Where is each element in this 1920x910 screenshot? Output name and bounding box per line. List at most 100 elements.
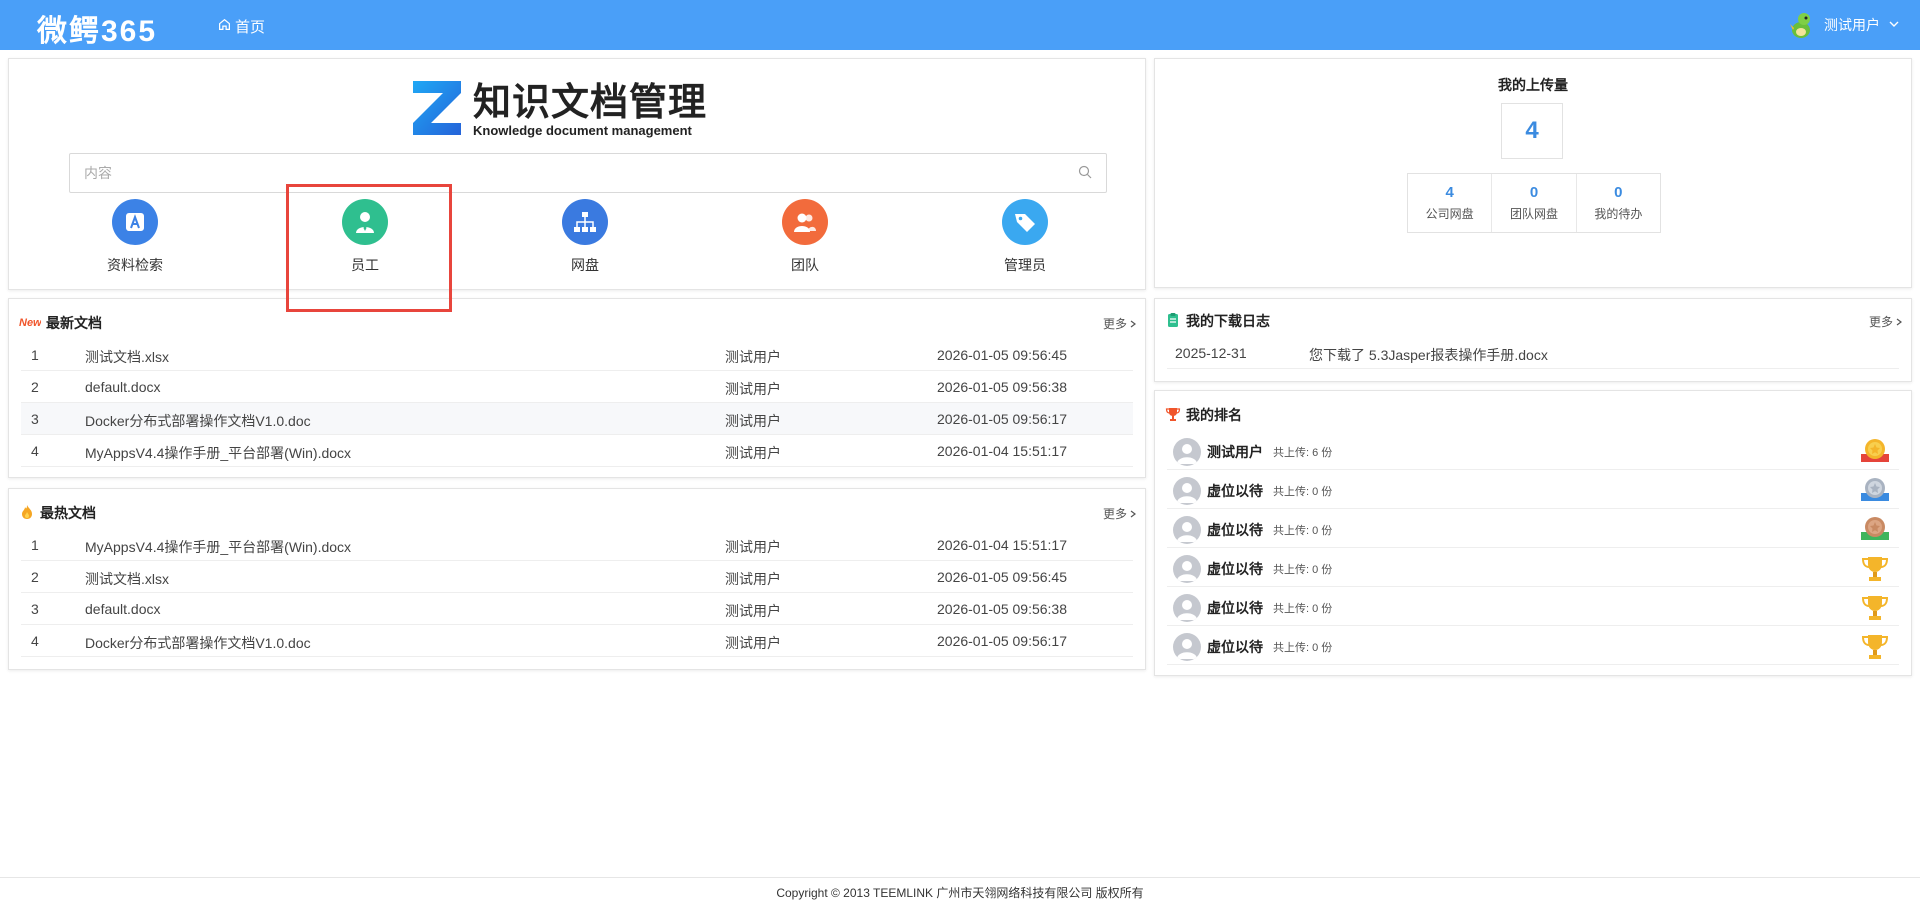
table-row[interactable]: 2 测试文档.xlsx 测试用户 2026-01-05 09:56:45 (21, 561, 1133, 593)
chevron-down-icon (1888, 17, 1900, 33)
row-index: 2 (31, 379, 39, 395)
table-row[interactable]: 1 测试文档.xlsx 测试用户 2026-01-05 09:56:45 (21, 339, 1133, 371)
trophy-icon (1859, 631, 1891, 663)
quick-link-label: 管理员 (1004, 257, 1046, 273)
stat-label: 公司网盘 (1425, 207, 1474, 221)
app-store-icon (112, 199, 158, 245)
download-log-panel: 我的下载日志 更多 2025-12-31 您下载了 5.3Jasper报表操作手… (1154, 298, 1912, 382)
fire-icon (19, 504, 35, 523)
more-link[interactable]: 更多 (1103, 505, 1137, 522)
doc-user: 测试用户 (725, 445, 781, 461)
user-menu[interactable]: 测试用户 (1786, 10, 1900, 40)
doc-name[interactable]: 测试文档.xlsx (85, 569, 169, 589)
search-input[interactable] (84, 165, 1078, 181)
user-avatar-icon (1173, 477, 1201, 505)
rank-user-name: 虚位以待 (1207, 639, 1263, 655)
search-icon[interactable] (1078, 165, 1092, 182)
doc-name[interactable]: Docker分布式部署操作文档V1.0.doc (85, 633, 311, 653)
rank-user-name: 虚位以待 (1207, 600, 1263, 616)
nav-home-label: 首页 (235, 19, 266, 36)
table-row[interactable]: 2 default.docx 测试用户 2026-01-05 09:56:38 (21, 371, 1133, 403)
hot-docs-panel: 最热文档 更多 1 MyAppsV4.4操作手册_平台部署(Win).docx … (8, 488, 1146, 670)
search-box[interactable] (69, 153, 1107, 193)
quick-link-admin[interactable]: 管理员 (965, 199, 1085, 275)
rank-row[interactable]: 虚位以待 共上传: 0 份 (1167, 509, 1899, 548)
highlight-annotation (286, 184, 452, 312)
rank-row[interactable]: 虚位以待 共上传: 0 份 (1167, 587, 1899, 626)
doc-name[interactable]: default.docx (85, 601, 161, 617)
doc-name[interactable]: default.docx (85, 379, 161, 395)
table-row[interactable]: 1 MyAppsV4.4操作手册_平台部署(Win).docx 测试用户 202… (21, 529, 1133, 561)
chevron-right-icon (1895, 315, 1903, 329)
doc-time: 2026-01-04 15:51:17 (937, 443, 1067, 459)
stat-company-disk[interactable]: 4 公司网盘 (1408, 174, 1493, 232)
stat-value: 4 (1445, 184, 1454, 201)
rank-row[interactable]: 虚位以待 共上传: 0 份 (1167, 548, 1899, 587)
rank-upload-count: 共上传: 0 份 (1273, 564, 1333, 576)
silver-medal-icon (1859, 475, 1891, 507)
more-label: 更多 (1102, 507, 1127, 521)
logo-title: 知识文档管理 (473, 81, 708, 124)
more-link[interactable]: 更多 (1869, 313, 1903, 330)
chevron-right-icon (1129, 507, 1137, 521)
stat-team-disk[interactable]: 0 团队网盘 (1492, 174, 1577, 232)
quick-link-team[interactable]: 团队 (745, 199, 865, 275)
upload-count: 4 (1501, 103, 1563, 159)
doc-time: 2026-01-05 09:56:38 (937, 601, 1067, 617)
user-avatar-icon (1786, 10, 1816, 40)
doc-time: 2026-01-05 09:56:45 (937, 347, 1067, 363)
table-row[interactable]: 4 MyAppsV4.4操作手册_平台部署(Win).docx 测试用户 202… (21, 435, 1133, 467)
rank-user-name: 虚位以待 (1207, 522, 1263, 538)
panel-title: 我的排名 (1186, 407, 1242, 423)
rank-row[interactable]: 虚位以待 共上传: 0 份 (1167, 626, 1899, 665)
gold-medal-icon (1859, 436, 1891, 468)
rank-upload-count: 共上传: 0 份 (1273, 525, 1333, 537)
rank-row[interactable]: 虚位以待 共上传: 0 份 (1167, 470, 1899, 509)
doc-user: 测试用户 (725, 603, 781, 619)
row-index: 3 (31, 601, 39, 617)
rank-row[interactable]: 测试用户 共上传: 6 份 (1167, 431, 1899, 470)
stat-my-todo[interactable]: 0 我的待办 (1577, 174, 1660, 232)
doc-name[interactable]: MyAppsV4.4操作手册_平台部署(Win).docx (85, 537, 351, 557)
rank-user-name: 虚位以待 (1207, 483, 1263, 499)
doc-time: 2026-01-05 09:56:38 (937, 379, 1067, 395)
table-row[interactable]: 3 Docker分布式部署操作文档V1.0.doc 测试用户 2026-01-0… (21, 403, 1133, 435)
row-index: 1 (31, 537, 39, 553)
user-avatar-icon (1173, 555, 1201, 583)
user-avatar-icon (1173, 594, 1201, 622)
rank-upload-count: 共上传: 0 份 (1273, 642, 1333, 654)
trophy-icon (1859, 553, 1891, 585)
doc-user: 测试用户 (725, 539, 781, 555)
doc-name[interactable]: 测试文档.xlsx (85, 347, 169, 367)
doc-time: 2026-01-04 15:51:17 (937, 537, 1067, 553)
doc-user: 测试用户 (725, 635, 781, 651)
doc-name[interactable]: MyAppsV4.4操作手册_平台部署(Win).docx (85, 443, 351, 463)
user-name: 测试用户 (1824, 17, 1880, 33)
brand-logo[interactable]: 微鳄365 (37, 6, 157, 50)
quick-link-label: 网盘 (571, 257, 599, 273)
more-link[interactable]: 更多 (1103, 315, 1137, 332)
table-row[interactable]: 3 default.docx 测试用户 2026-01-05 09:56:38 (21, 593, 1133, 625)
search-panel: 知识文档管理 Knowledge document management 资料检… (8, 58, 1146, 290)
new-badge-icon: New (19, 315, 43, 332)
doc-user: 测试用户 (725, 413, 781, 429)
quick-link-search[interactable]: 资料检索 (75, 199, 195, 275)
stat-value: 0 (1614, 184, 1623, 201)
download-log-entry[interactable]: 2025-12-31 您下载了 5.3Jasper报表操作手册.docx (1167, 337, 1899, 369)
doc-time: 2026-01-05 09:56:45 (937, 569, 1067, 585)
doc-name[interactable]: Docker分布式部署操作文档V1.0.doc (85, 411, 311, 431)
panel-header: 我的下载日志 (1165, 311, 1270, 331)
stat-label: 我的待办 (1594, 207, 1643, 221)
table-row[interactable]: 4 Docker分布式部署操作文档V1.0.doc 测试用户 2026-01-0… (21, 625, 1133, 657)
kdm-logo: 知识文档管理 Knowledge document management (409, 77, 707, 142)
row-index: 4 (31, 633, 39, 649)
user-avatar-icon (1173, 438, 1201, 466)
svg-text:New: New (19, 317, 41, 329)
quick-link-netdisk[interactable]: 网盘 (525, 199, 645, 275)
top-navbar: 微鳄365 首页 测试用户 (0, 0, 1920, 50)
ranking-panel: 我的排名 测试用户 共上传: 6 份 虚位以待 共上传: 0 份 虚位以待 共上… (1154, 390, 1912, 676)
nav-home-link[interactable]: 首页 (218, 16, 265, 37)
more-label: 更多 (1102, 317, 1127, 331)
quick-link-label: 资料检索 (107, 257, 163, 273)
quick-link-label: 团队 (791, 257, 819, 273)
